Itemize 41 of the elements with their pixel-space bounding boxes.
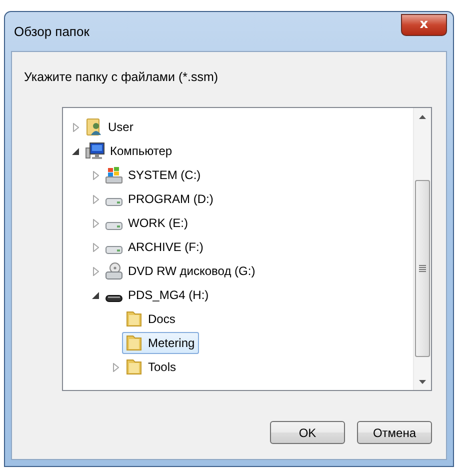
expand-arrow-icon[interactable] [92,218,98,228]
tree-item[interactable]: Metering [122,332,199,354]
scroll-up-icon[interactable] [419,114,426,118]
expand-arrow-icon[interactable] [92,194,98,204]
hard-drive-icon [105,246,123,254]
expand-arrow-icon[interactable] [92,242,98,252]
tree-item[interactable]: Tools [122,356,180,378]
scrollbar[interactable] [413,108,431,390]
windows-drive-icon [105,166,123,184]
tree-item[interactable]: PDS_MG4 (H:) [102,286,213,304]
tree-item[interactable]: SYSTEM (C:) [102,164,205,186]
tree-item[interactable]: Компьютер [82,140,176,162]
dvd-drive-icon [105,262,123,280]
folder-icon [125,310,143,328]
tree-item[interactable]: PROGRAM (D:) [102,190,218,208]
expand-arrow-icon[interactable] [72,122,78,132]
expand-arrow-icon[interactable] [112,362,118,372]
close-button[interactable]: x [401,14,447,36]
cancel-button[interactable]: Отмена [357,421,432,444]
tree-item[interactable]: WORK (E:) [102,214,192,232]
grip-icon [419,265,426,272]
tree-item[interactable]: ARCHIVE (F:) [102,238,208,256]
folder-icon [125,358,143,376]
tree-item[interactable]: Docs [122,308,180,330]
computer-icon [85,142,105,160]
expand-arrow-icon[interactable] [92,266,98,276]
hard-drive-icon [105,198,123,206]
folder-icon [125,334,143,352]
ok-button[interactable]: OK [270,421,345,444]
user-folder-icon [85,118,103,136]
scroll-thumb[interactable] [415,180,430,357]
window-title: Обзор папок [13,24,90,39]
tree-item[interactable]: User [82,116,138,138]
expand-arrow-icon[interactable] [92,170,98,180]
tree-item[interactable]: DVD RW дисковод (G:) [102,260,260,282]
collapse-arrow-icon[interactable] [72,148,79,154]
removable-drive-icon [105,294,123,302]
collapse-arrow-icon[interactable] [92,292,99,298]
scroll-down-icon[interactable] [419,380,426,384]
hard-drive-icon [105,222,123,230]
prompt-text: Укажите папку с файлами (*.ssm) [24,70,220,84]
